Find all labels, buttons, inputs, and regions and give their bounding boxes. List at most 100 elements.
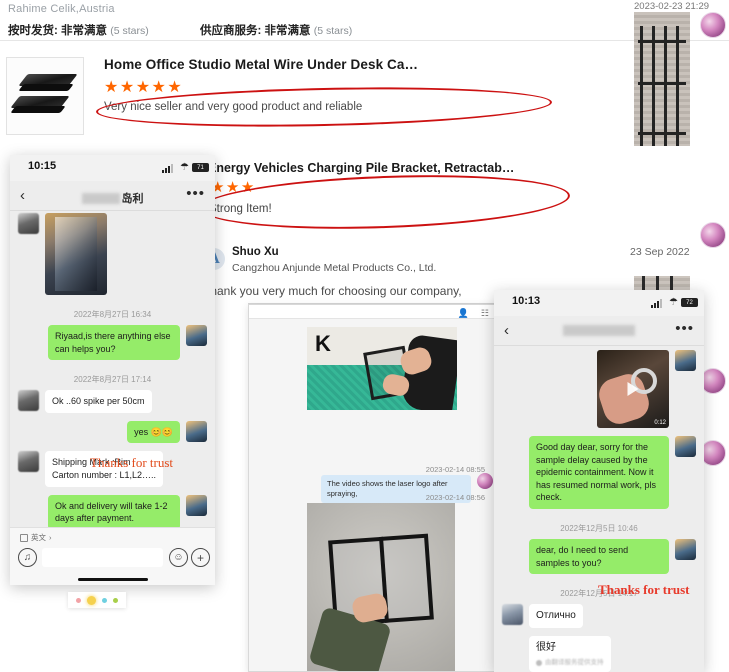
- language-label: 英文: [31, 533, 46, 542]
- back-icon[interactable]: ‹: [20, 187, 25, 204]
- phone-status-bar: 10:15 ☂ 71: [10, 155, 215, 181]
- message-bubble: dear, do I need to send samples to you?: [529, 538, 669, 575]
- phone-status-bar: 10:13 ☂ 72: [494, 290, 704, 316]
- review-2-title[interactable]: Energy Vehicles Charging Pile Bracket, R…: [208, 161, 628, 175]
- message-bubble: Отлично: [529, 604, 583, 629]
- message-image-packaged-goods[interactable]: [45, 213, 107, 295]
- signal-icon: [651, 299, 662, 308]
- battery-icon: 71: [192, 163, 209, 172]
- translate-badge-icon: [536, 659, 542, 666]
- avatar: [700, 222, 726, 248]
- message-timestamp: 2022年8月27日 16:34: [73, 310, 152, 319]
- chat-photo-metal-frame[interactable]: [307, 503, 455, 671]
- signal-icon: [162, 164, 173, 173]
- avatar: [18, 451, 39, 473]
- message-bubble: Riyaad,is there anything else can helps …: [48, 325, 180, 361]
- emoji-icon[interactable]: ☺: [169, 548, 188, 567]
- list-item[interactable]: yes 😊😊: [10, 420, 215, 452]
- chat-title-text: 岛利: [121, 193, 144, 205]
- chat-title: 岛利: [81, 190, 144, 206]
- status-time: 10:15: [28, 160, 57, 172]
- avatar: [675, 538, 696, 560]
- rating-delivery-count: (5 stars): [110, 25, 149, 37]
- screenshot-root: Rahime Celik,Austria 按时发货: 非常满意 (5 stars…: [0, 0, 729, 672]
- desktop-chat-timestamp-1: 2023-02-14 08:55: [425, 465, 485, 474]
- review-1-stars: ★★★★★: [104, 79, 184, 96]
- divider: [0, 40, 729, 41]
- avatar: [186, 420, 207, 442]
- rating-delivery: 按时发货: 非常满意 (5 stars): [8, 22, 149, 38]
- list-item[interactable]: [10, 211, 215, 303]
- message-bubble: yes 😊😊: [127, 420, 180, 444]
- list-item[interactable]: 很好 由翻译服务提供支持: [494, 636, 704, 672]
- wifi-icon: ☂: [180, 162, 189, 173]
- avatar: [675, 350, 696, 371]
- list-item[interactable]: 0:12: [494, 346, 704, 436]
- desktop-chat-timestamp-2: 2023-02-14 08:56: [425, 493, 485, 502]
- product-thumbnail[interactable]: [6, 57, 84, 135]
- avatar: [186, 494, 207, 516]
- translate-language-toggle[interactable]: 英文 ›: [20, 532, 52, 543]
- phone-nav-bar: ‹ 岛利 •••: [10, 181, 215, 211]
- message-bubble: Good day dear, sorry for the sample dela…: [529, 436, 669, 509]
- rating-service: 供应商服务: 非常满意 (5 stars): [200, 22, 352, 38]
- message-video-thumbnail[interactable]: 0:12: [597, 350, 669, 428]
- supplier-company: Cangzhou Anjunde Metal Products Co., Ltd…: [232, 262, 437, 274]
- reviewer-name: Rahime Celik,Austria: [8, 3, 115, 15]
- avatar: [477, 473, 493, 489]
- add-contact-icon[interactable]: 👤: [458, 308, 469, 319]
- desktop-chat-window[interactable]: 👤 ☷ K 2023-02-14 08:55 The video shows t…: [248, 304, 500, 672]
- back-icon[interactable]: ‹: [504, 322, 509, 339]
- phone-message-list[interactable]: 2022年8月27日 16:34 Riyaad,is there anythin…: [10, 211, 215, 585]
- phone-nav-bar: ‹ •••: [494, 316, 704, 346]
- list-item[interactable]: dear, do I need to send samples to you?: [494, 538, 704, 582]
- list-item[interactable]: Отлично: [494, 604, 704, 636]
- reply-date: 23 Sep 2022: [630, 246, 690, 258]
- phone-chat-window-left[interactable]: 10:15 ☂ 71 ‹ 岛利 ••• 2022年8月27日 16:34 Riy…: [10, 155, 215, 585]
- reply-body: Thank you very much for choosing our com…: [203, 284, 462, 298]
- message-bubble: Ok ..60 spike per 50cm: [45, 390, 152, 413]
- phone-message-list[interactable]: 0:12 Good day dear, sorry for the sample…: [494, 346, 704, 672]
- message-input[interactable]: [42, 548, 163, 567]
- blurred-name: [81, 192, 120, 204]
- translate-icon: [20, 533, 28, 542]
- battery-icon: 72: [681, 298, 698, 307]
- avatar: [502, 604, 523, 626]
- message-bubble: Ok and delivery will take 1-2 days after…: [48, 494, 180, 530]
- home-indicator: [77, 578, 148, 581]
- video-duration: 0:12: [654, 420, 666, 426]
- avatar: [186, 325, 207, 346]
- phone-chat-window-right[interactable]: 10:13 ☂ 72 ‹ ••• 0:12 Good day dear, sor…: [494, 290, 704, 672]
- chat-photo-laser-work[interactable]: K: [307, 327, 457, 410]
- chat-title: [563, 325, 635, 336]
- blurred-name: [563, 325, 635, 336]
- translation-credit-text: 由翻译服务提供支持: [545, 659, 604, 667]
- chat-options-icon[interactable]: ☷: [481, 308, 489, 319]
- annotation-thanks-for-trust-left: Thanks for trust: [90, 455, 174, 470]
- rating-service-label: 供应商服务:: [199, 25, 262, 37]
- rating-service-value: 非常满意: [264, 25, 311, 37]
- rating-delivery-value: 非常满意: [61, 25, 108, 37]
- list-item[interactable]: Riyaad,is there anything else can helps …: [10, 325, 215, 368]
- plus-icon[interactable]: +: [191, 548, 210, 567]
- avatar: [18, 390, 39, 412]
- color-dot-indicator: [68, 592, 126, 608]
- rating-summary: 按时发货: 非常满意 (5 stars) 供应商服务: 非常满意 (5 star…: [8, 22, 608, 38]
- review-1-title[interactable]: Home Office Studio Metal Wire Under Desk…: [104, 57, 524, 72]
- message-text: 很好: [536, 642, 556, 654]
- rating-service-count: (5 stars): [313, 25, 353, 37]
- rating-delivery-label: 按时发货:: [8, 25, 58, 37]
- phone-input-bar[interactable]: 英文 › ♫ ☺ +: [10, 527, 215, 585]
- voice-icon[interactable]: ♫: [18, 548, 37, 567]
- supplier-name: Shuo Xu: [232, 246, 279, 258]
- more-options-icon[interactable]: •••: [186, 185, 205, 202]
- avatar: [675, 436, 696, 457]
- list-item[interactable]: Good day dear, sorry for the sample dela…: [494, 436, 704, 517]
- more-options-icon[interactable]: •••: [675, 320, 694, 337]
- list-item[interactable]: Ok ..60 spike per 50cm: [10, 390, 215, 421]
- right-column-date: 2023-02-23 21:29: [634, 1, 710, 12]
- wifi-icon: ☂: [669, 297, 678, 308]
- chevron-right-icon: ›: [49, 533, 52, 542]
- translation-credit: 由翻译服务提供支持: [536, 658, 604, 667]
- annotation-thanks-for-trust-right: Thanks for trust: [598, 582, 690, 597]
